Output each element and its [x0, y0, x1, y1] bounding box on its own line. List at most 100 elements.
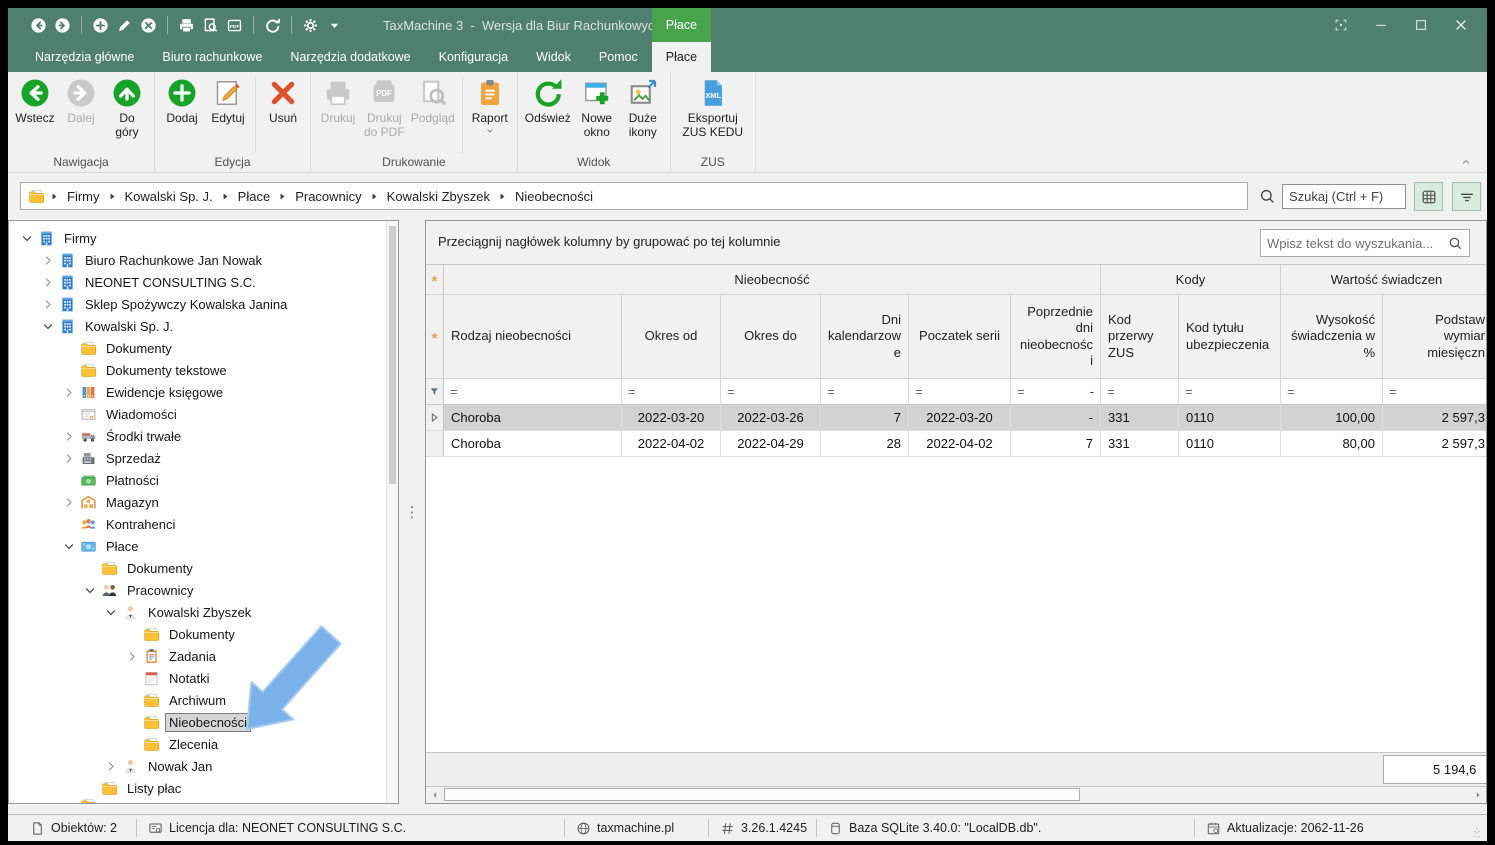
tree-item-dokumenty[interactable]: Dokumenty: [9, 623, 398, 645]
ribbon-collapse-icon[interactable]: [1459, 157, 1473, 167]
odswiez-button[interactable]: Odśwież: [522, 75, 574, 126]
grid-view-button[interactable]: [1414, 182, 1443, 211]
nowe-okno-button[interactable]: Nowe okno: [574, 75, 620, 140]
tree-item-firmy[interactable]: Firmy: [9, 227, 398, 249]
tree-item-neonet-consulting-s-c[interactable]: NEONET CONSULTING S.C.: [9, 271, 398, 293]
chevron-expanded-icon[interactable]: [82, 584, 98, 597]
tree-item-nowak-jan[interactable]: Nowak Jan: [9, 755, 398, 777]
scroll-left-button[interactable]: [426, 787, 443, 803]
cell-okres-do[interactable]: 2022-04-29: [721, 431, 821, 456]
tree-item-srodki-trwale[interactable]: Środki trwałe: [9, 425, 398, 447]
panel-splitter[interactable]: ⋮: [399, 220, 425, 804]
filter-button[interactable]: [1452, 182, 1481, 211]
tab-pomoc[interactable]: Pomoc: [585, 42, 652, 72]
tree-item-zadania[interactable]: Zadania: [9, 645, 398, 667]
resize-grip[interactable]: ∴∴: [1474, 828, 1484, 838]
search-input[interactable]: [1282, 184, 1406, 209]
tab-narzedzia-dodatkowe[interactable]: Narzędzia dodatkowe: [276, 42, 424, 72]
tree-item-biuro-rachunkowe-jan-nowak[interactable]: Biuro Rachunkowe Jan Nowak: [9, 249, 398, 271]
breadcrumb-item-place[interactable]: Płace: [238, 189, 271, 204]
column-header-poprzednie[interactable]: Poprzednie dni nieobecnośc i: [1011, 295, 1101, 378]
cell-podstaw[interactable]: 2 597,3: [1383, 405, 1487, 430]
tree-item-pracownicy[interactable]: Pracownicy: [9, 579, 398, 601]
usun-button[interactable]: Usuń: [260, 75, 306, 126]
filter-cell[interactable]: = -: [1011, 379, 1101, 404]
raport-button[interactable]: Raport: [467, 75, 513, 135]
tree-item-kowalski-zbyszek[interactable]: Kowalski Zbyszek: [9, 601, 398, 623]
chevron-expanded-icon[interactable]: [61, 540, 77, 553]
breadcrumb-item-pracownicy[interactable]: Pracownicy: [295, 189, 361, 204]
breadcrumb-item-firmy[interactable]: Firmy: [67, 189, 100, 204]
win-close-button[interactable]: [1441, 14, 1481, 36]
filter-cell[interactable]: =: [721, 379, 821, 404]
chevron-expanded-icon[interactable]: [19, 232, 35, 245]
filter-cell[interactable]: =: [1179, 379, 1281, 404]
cell-kod[interactable]: 331: [1101, 431, 1179, 456]
tree-item-ewidencje-ksiegowe[interactable]: Ewidencje księgowe: [9, 381, 398, 403]
column-header-podstaw[interactable]: Podstaw wymiar miesięczn: [1383, 295, 1487, 378]
chevron-collapsed-icon[interactable]: [40, 254, 56, 267]
win-focus-button[interactable]: [1321, 14, 1361, 36]
scrollbar-thumb[interactable]: [444, 788, 1080, 801]
qat-preview[interactable]: [202, 17, 219, 34]
scroll-right-button[interactable]: [1469, 787, 1486, 803]
tree-item-sklep-spozywczy-kowalska-janina[interactable]: Sklep Spożywczy Kowalska Janina: [9, 293, 398, 315]
cell-kod[interactable]: 331: [1101, 405, 1179, 430]
win-max-button[interactable]: [1401, 14, 1441, 36]
qat-forward[interactable]: [54, 17, 71, 34]
tree-item-platnosci[interactable]: Płatności: [9, 469, 398, 491]
column-header-kod-tytulu[interactable]: Kod tytułu ubezpieczenia: [1179, 295, 1281, 378]
tree-item-dokumenty[interactable]: Dokumenty: [9, 337, 398, 359]
horizontal-scrollbar[interactable]: [426, 786, 1486, 803]
chevron-expanded-icon[interactable]: [40, 320, 56, 333]
tab-place[interactable]: Płace: [652, 42, 711, 72]
duze-ikony-button[interactable]: Duże ikony: [620, 75, 666, 140]
tree-item-kowalski-sp-j[interactable]: Kowalski Sp. J.: [9, 315, 398, 337]
cell-rodzaj-nieobecnosci[interactable]: Choroba: [444, 431, 622, 456]
tree-item-item[interactable]: [9, 799, 398, 804]
filter-cell[interactable]: =: [821, 379, 909, 404]
filter-cell[interactable]: =: [909, 379, 1011, 404]
do-gory-button[interactable]: Do góry: [104, 75, 150, 140]
breadcrumb-item-kowalski-sp-j[interactable]: Kowalski Sp. J.: [125, 189, 213, 204]
breadcrumb[interactable]: Firmy Kowalski Sp. J. Płace Pracownicy Kowal…: [20, 182, 1248, 210]
cell-poprzednie[interactable]: -: [1011, 405, 1101, 430]
qat-edit[interactable]: [116, 17, 133, 34]
column-header-okres-do[interactable]: Okres do: [721, 295, 821, 378]
cell-wysokosc[interactable]: 100,00: [1281, 405, 1383, 430]
table-row[interactable]: Choroba2022-03-202022-03-2672022-03-20-3…: [426, 405, 1487, 431]
tree-item-zlecenia[interactable]: Zlecenia: [9, 733, 398, 755]
qat-gear[interactable]: [302, 17, 319, 34]
tree-item-wiadomosci[interactable]: Wiadomości: [9, 403, 398, 425]
chevron-collapsed-icon[interactable]: [103, 760, 119, 773]
tab-biuro-rachunkowe[interactable]: Biuro rachunkowe: [148, 42, 276, 72]
tab-narzedzia-glowne[interactable]: Narzędzia główne: [21, 42, 148, 72]
breadcrumb-item-kowalski-zbyszek[interactable]: Kowalski Zbyszek: [387, 189, 490, 204]
table-row[interactable]: Choroba2022-04-022022-04-29282022-04-027…: [426, 431, 1487, 457]
band-wartosc-swiadczen[interactable]: Wartość świadczen: [1281, 265, 1487, 294]
filter-cell[interactable]: =: [1383, 379, 1487, 404]
tree-scrollbar-thumb[interactable]: [389, 226, 396, 484]
wstecz-button[interactable]: Wstecz: [12, 75, 58, 126]
chevron-collapsed-icon[interactable]: [61, 430, 77, 443]
column-header-wysokosc[interactable]: Wysokość świadczenia w %: [1281, 295, 1383, 378]
tree-item-magazyn[interactable]: Magazyn: [9, 491, 398, 513]
column-header-poczatek-serii[interactable]: Poczatek serii: [909, 295, 1011, 378]
cell-kod-tytulu[interactable]: 0110: [1179, 431, 1281, 456]
chevron-collapsed-icon[interactable]: [124, 650, 140, 663]
tree-item-archiwum[interactable]: Archiwum: [9, 689, 398, 711]
win-min-button[interactable]: [1361, 14, 1401, 36]
tree-item-kontrahenci[interactable]: Kontrahenci: [9, 513, 398, 535]
contextual-tab-header[interactable]: Płace: [652, 8, 711, 42]
scrollbar-track[interactable]: [443, 787, 1469, 803]
cell-wysokosc[interactable]: 80,00: [1281, 431, 1383, 456]
cell-poczatek-serii[interactable]: 2022-04-02: [909, 431, 1011, 456]
grid-find-input[interactable]: [1261, 236, 1448, 251]
tree-item-dokumenty[interactable]: Dokumenty: [9, 557, 398, 579]
filter-cell[interactable]: =: [1281, 379, 1383, 404]
tab-widok[interactable]: Widok: [522, 42, 585, 72]
cell-dni[interactable]: 7: [821, 405, 909, 430]
cell-okres-do[interactable]: 2022-03-26: [721, 405, 821, 430]
cell-rodzaj-nieobecnosci[interactable]: Choroba: [444, 405, 622, 430]
tab-konfiguracja[interactable]: Konfiguracja: [425, 42, 523, 72]
